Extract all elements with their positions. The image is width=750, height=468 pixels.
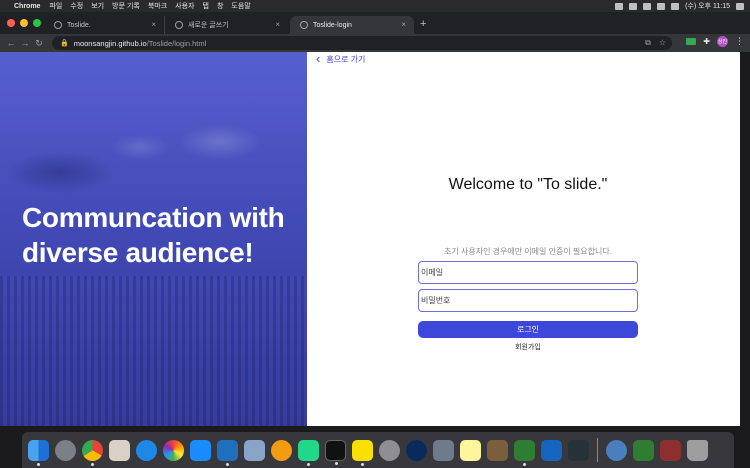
finder-icon[interactable] [28, 439, 49, 466]
chrome-tab-strip: Toslide. × 새로운 글쓰기 × Toslide-login × + [0, 12, 750, 34]
finder-recent-icon[interactable] [606, 439, 627, 461]
hero-panel: Communcation with diverse audience! [0, 52, 307, 426]
address-bar[interactable]: 🔒 moonsangjin.github.io/Toslide/login.ht… [52, 36, 672, 50]
login-button[interactable]: 로그인 [418, 321, 638, 338]
launchpad-icon[interactable] [55, 439, 76, 461]
email-field[interactable] [418, 261, 638, 284]
menu-view[interactable]: 보기 [91, 1, 104, 11]
dictionary-icon[interactable] [660, 439, 681, 461]
menu-bookmarks[interactable]: 북마크 [148, 1, 167, 11]
extension-icon[interactable] [686, 38, 697, 45]
password-field[interactable] [418, 289, 638, 312]
status-icon-2[interactable] [629, 2, 638, 10]
battery-icon[interactable] [671, 2, 680, 10]
close-tab-icon[interactable]: × [151, 20, 156, 29]
archive-icon[interactable] [487, 439, 508, 461]
tistory-icon [175, 21, 183, 29]
globe-icon [54, 21, 62, 29]
url-path: /Toslide/login.html [146, 38, 207, 48]
url-host: moonsangjin.github.io [73, 38, 147, 48]
tab-toslide-login[interactable]: Toslide-login × [290, 16, 414, 34]
books-icon[interactable] [541, 439, 562, 461]
home-link[interactable]: ‹ 홈으로 가기 [316, 52, 366, 66]
reload-icon[interactable]: ↻ [32, 38, 46, 49]
search-icon[interactable] [736, 2, 744, 10]
safari-icon[interactable] [136, 439, 157, 461]
chrome-toolbar: ← → ↻ 🔒 moonsangjin.github.io/Toslide/lo… [0, 34, 750, 52]
macos-menu-bar: Chrome 파일 수정 보기 방문 기록 북마크 사용자 탭 창 도움말 (수… [0, 0, 750, 12]
kakaotalk-icon[interactable] [352, 439, 373, 466]
minimize-window-icon[interactable] [20, 19, 28, 27]
photos-icon[interactable] [163, 439, 184, 461]
preview-icon[interactable] [244, 439, 265, 461]
window-controls [7, 19, 41, 27]
bookmark-star-icon[interactable]: ☆ [659, 38, 666, 48]
notes-icon[interactable] [109, 439, 130, 461]
signup-link[interactable]: 회원가입 [418, 342, 638, 352]
system-preferences-icon[interactable] [379, 439, 400, 461]
trash-icon[interactable] [687, 439, 708, 461]
home-link-label: 홈으로 가기 [326, 54, 366, 64]
menu-history[interactable]: 방문 기록 [112, 1, 140, 11]
activity-monitor-icon[interactable] [568, 439, 589, 461]
quicktime-icon[interactable] [406, 439, 427, 461]
goldfish-icon[interactable] [271, 439, 292, 461]
audience-image [0, 276, 307, 426]
image-capture-icon[interactable] [433, 439, 454, 461]
tab-title: Toslide-login [313, 21, 352, 29]
status-icon-3[interactable] [643, 2, 652, 10]
translate-icon[interactable]: ⧉ [645, 38, 651, 48]
utorrent-icon[interactable] [514, 439, 535, 466]
macos-dock [22, 432, 734, 468]
verification-notice: 초기 사용자인 경우에만 이메일 인증이 필요합니다. [444, 247, 612, 256]
window-edge [740, 52, 750, 426]
menu-edit[interactable]: 수정 [70, 1, 83, 11]
chrome-icon[interactable] [82, 439, 103, 466]
close-tab-icon[interactable]: × [275, 20, 280, 29]
facetime-icon[interactable] [633, 439, 654, 461]
clock[interactable]: (수) 오후 11:15 [685, 1, 730, 11]
close-tab-icon[interactable]: × [401, 20, 406, 29]
chevron-left-icon: ‹ [316, 52, 321, 66]
forward-icon[interactable]: → [18, 38, 32, 48]
wifi-icon[interactable] [657, 2, 666, 10]
chrome-menu-icon[interactable]: ⋮ [735, 36, 744, 47]
status-icon-1[interactable] [615, 2, 624, 10]
menu-app-name[interactable]: Chrome [14, 3, 40, 10]
hero-title: Communcation with diverse audience! [22, 202, 285, 268]
welcome-heading: Welcome to "To slide." [448, 176, 608, 193]
lock-icon[interactable]: 🔒 [60, 39, 69, 47]
tab-title: Toslide. [67, 21, 91, 29]
dock-separator [597, 438, 598, 462]
stickies-icon[interactable] [460, 439, 481, 461]
profile-avatar[interactable]: 상진 [717, 36, 728, 47]
tab-new-post[interactable]: 새로운 글쓰기 × [164, 16, 288, 34]
tab-toslide[interactable]: Toslide. × [44, 16, 164, 34]
menu-tab[interactable]: 탭 [203, 1, 209, 11]
vscode-icon[interactable] [217, 439, 238, 466]
zoom-window-icon[interactable] [33, 19, 41, 27]
tab-title: 새로운 글쓰기 [188, 22, 229, 29]
menu-file[interactable]: 파일 [49, 1, 62, 11]
new-tab-icon[interactable]: + [420, 18, 426, 30]
menu-profiles[interactable]: 사용자 [175, 1, 194, 11]
clion-icon[interactable] [298, 439, 319, 466]
app-store-icon[interactable] [190, 439, 211, 461]
globe-icon [300, 21, 308, 29]
menu-help[interactable]: 도움말 [231, 1, 250, 11]
webpage: Communcation with diverse audience! ‹ 홈으… [0, 52, 740, 426]
close-window-icon[interactable] [7, 19, 15, 27]
back-icon[interactable]: ← [4, 38, 18, 48]
menu-window[interactable]: 창 [217, 1, 223, 11]
extensions-puzzle-icon[interactable]: ✚ [703, 37, 710, 46]
terminal-icon[interactable] [325, 439, 346, 465]
